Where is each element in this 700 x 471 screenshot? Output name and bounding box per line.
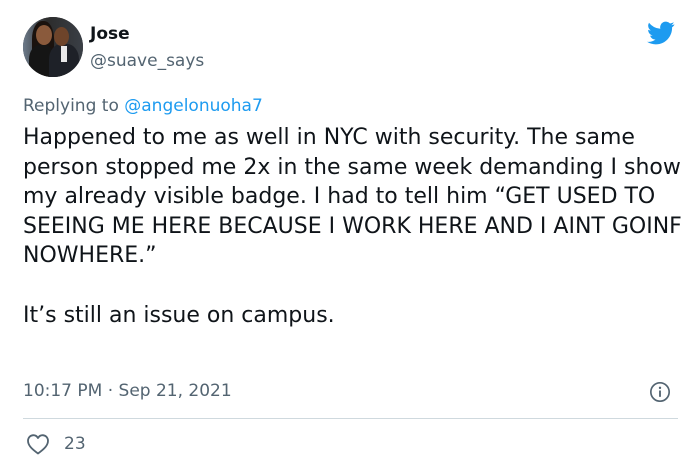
replying-prefix: Replying to (23, 96, 125, 116)
author-handle[interactable]: @suave_says (90, 51, 204, 71)
info-icon[interactable] (649, 381, 671, 403)
avatar[interactable] (23, 17, 83, 77)
tweet-paragraph: It’s still an issue on campus. (23, 302, 335, 328)
tweet-text: Happened to me as well in NYC with secur… (23, 123, 683, 330)
author-name[interactable]: Jose (90, 24, 130, 44)
replying-to: Replying to @angelonuoha7 (23, 96, 263, 116)
tweet-timestamp[interactable]: 10:17 PM · Sep 21, 2021 (23, 381, 232, 401)
divider (23, 418, 678, 419)
like-count[interactable]: 23 (64, 434, 86, 454)
tweet-paragraph: Happened to me as well in NYC with secur… (23, 125, 682, 269)
replying-to-link[interactable]: @angelonuoha7 (124, 96, 263, 116)
heart-icon[interactable] (26, 433, 50, 455)
twitter-bird-icon[interactable] (645, 19, 677, 47)
